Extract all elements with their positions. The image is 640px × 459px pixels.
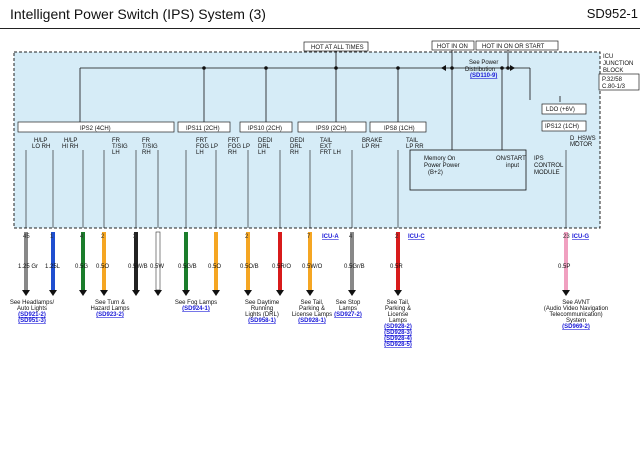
wire-arrow-icon bbox=[348, 290, 356, 296]
wire-spec: 0.5R/O bbox=[272, 264, 291, 270]
destination-link[interactable]: (SD928-5) bbox=[384, 342, 412, 348]
memory-power-2: Power Power bbox=[424, 163, 460, 169]
wire-spec: 0.5W/O bbox=[302, 264, 323, 270]
wire-arrow-icon bbox=[79, 290, 87, 296]
ch-frt-rh-3: RH bbox=[142, 150, 151, 156]
ch-hlp-lo-2: LO RH bbox=[32, 144, 50, 150]
memory-power-1: Memory On bbox=[424, 156, 455, 162]
wire-spec: 0.5W/B bbox=[128, 264, 148, 270]
ips11-label: IPS11 (2CH) bbox=[186, 126, 220, 132]
ch-tail-ext-3: FRT LH bbox=[320, 150, 341, 156]
pin-number: 45 bbox=[23, 234, 30, 240]
connector-icu-c[interactable]: ICU-C bbox=[408, 234, 425, 240]
hot-in-on-label: HOT IN ON bbox=[437, 44, 468, 50]
destination-link[interactable]: (SD951-3) bbox=[18, 318, 46, 324]
ldo-label: LDO (+6V) bbox=[546, 107, 575, 113]
destination-link[interactable]: (SD927-2) bbox=[334, 312, 362, 318]
wiring-diagram: ICU JUNCTION BLOCK P.32/58 C.80-1/3 HOT … bbox=[10, 40, 640, 348]
control-module-1: IPS bbox=[534, 156, 544, 162]
ch-hlp-hi-2: HI RH bbox=[62, 144, 78, 150]
block-ref-2: C.80-1/3 bbox=[602, 84, 626, 90]
block-name-2: JUNCTION bbox=[603, 61, 633, 67]
ips12-label: IPS12 (1CH) bbox=[545, 124, 579, 130]
block-ref-1: P.32/58 bbox=[602, 77, 623, 83]
ch-drl-rh-3: RH bbox=[290, 150, 299, 156]
wire-arrow-icon bbox=[212, 290, 220, 296]
ch-drl-lh-3: LH bbox=[258, 150, 266, 156]
destination-link[interactable]: (SD928-1) bbox=[298, 318, 326, 324]
wire-arrow-icon bbox=[562, 290, 570, 296]
wire-arrow-icon bbox=[22, 290, 30, 296]
hot-at-all-times-label: HOT AT ALL TIMES bbox=[311, 45, 364, 51]
ips2-label: IPS2 (4CH) bbox=[80, 126, 111, 132]
destination-link[interactable]: (SD923-2) bbox=[96, 312, 124, 318]
connector-icu-g[interactable]: ICU-G bbox=[572, 234, 589, 240]
wire-spec: 0.5P bbox=[558, 264, 570, 270]
wire-spec: 0.5G/B bbox=[178, 264, 197, 270]
connector-icu-a[interactable]: ICU-A bbox=[322, 234, 339, 240]
wire-spec: 0.5O bbox=[96, 264, 109, 270]
wire-arrow-icon bbox=[154, 290, 162, 296]
wire-spec: 1.25 Gr bbox=[18, 264, 38, 270]
wire-spec: 1.25L bbox=[45, 264, 61, 270]
destination-link[interactable]: (SD958-1) bbox=[248, 318, 276, 324]
wire-arrow-icon bbox=[276, 290, 284, 296]
see-power-dist-1: See Power bbox=[469, 60, 498, 66]
wire-spec: 0.5O bbox=[208, 264, 221, 270]
ch-frt-lh-3: LH bbox=[112, 150, 120, 156]
hot-in-on-or-start-label: HOT IN ON OR START bbox=[482, 44, 545, 50]
on-start-input-1: ON/START bbox=[496, 156, 526, 162]
diagram-frame: Intelligent Power Switch (IPS) System (3… bbox=[0, 0, 640, 459]
wire-spec: 0.5O/B bbox=[240, 264, 259, 270]
pin-number: 23 bbox=[563, 234, 570, 240]
wire-arrow-icon bbox=[49, 290, 57, 296]
ch-tail-rr-2: LP RR bbox=[406, 144, 424, 150]
ips8-label: IPS8 (1CH) bbox=[384, 126, 415, 132]
bus-node bbox=[506, 66, 510, 70]
control-module-3: MODULE bbox=[534, 170, 560, 176]
wire-arrow-icon bbox=[306, 290, 314, 296]
ch-fog-lh-3: LH bbox=[196, 150, 204, 156]
wire-arrow-icon bbox=[132, 290, 140, 296]
wire-spec: 0.5Gr/B bbox=[344, 264, 365, 270]
ch-brake-2: LP RH bbox=[362, 144, 380, 150]
control-module-2: CONTROL bbox=[534, 163, 564, 169]
wire-arrow-icon bbox=[182, 290, 190, 296]
ch-fog-rh-3: RH bbox=[228, 150, 237, 156]
see-power-dist-link[interactable]: (SD110-9) bbox=[470, 73, 497, 79]
wire-spec: 0.5W bbox=[150, 264, 164, 270]
memory-power-3: (B+2) bbox=[428, 170, 443, 176]
destination-group: See Headlamps/Auto Lights(SD921-2)(SD951… bbox=[10, 300, 608, 348]
icu-junction-block bbox=[13, 51, 601, 229]
destination-link[interactable]: (SD924-1) bbox=[182, 306, 210, 312]
wire-arrow-icon bbox=[244, 290, 252, 296]
ips10-label: IPS10 (2CH) bbox=[248, 126, 282, 132]
wire-spec: 0.5R bbox=[390, 264, 403, 270]
block-name-3: BLOCK bbox=[603, 68, 623, 74]
wire-arrow-icon bbox=[100, 290, 108, 296]
wire-spec: 0.5G bbox=[75, 264, 88, 270]
wire-arrow-icon bbox=[394, 290, 402, 296]
block-name-1: ICU bbox=[603, 54, 613, 60]
ch-hsws-2: MOTOR bbox=[570, 142, 593, 148]
destination-link[interactable]: (SD969-2) bbox=[562, 324, 590, 330]
on-start-input-2: input bbox=[506, 163, 519, 169]
ips9-label: IPS9 (2CH) bbox=[316, 126, 347, 132]
wire bbox=[155, 231, 161, 291]
